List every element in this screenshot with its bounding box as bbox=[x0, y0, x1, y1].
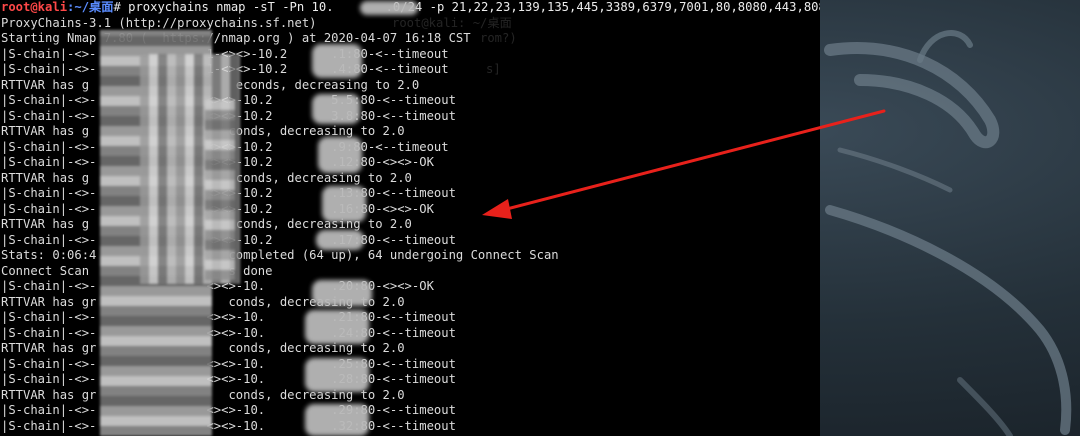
redaction-blob bbox=[318, 137, 362, 173]
redaction-blob bbox=[312, 44, 362, 78]
ghost-overlay-text: root@kali: ~/桌面 bbox=[392, 16, 512, 30]
redaction-blob bbox=[305, 310, 369, 344]
prompt-user-host: root@kali bbox=[1, 0, 68, 14]
terminal-window[interactable]: root@kali:~/桌面# proxychains nmap -sT -Pn… bbox=[0, 0, 820, 436]
prompt-path: :~/桌面 bbox=[67, 0, 114, 14]
prompt-command: proxychains nmap -sT -Pn 10. bbox=[120, 0, 334, 14]
redaction-blob bbox=[316, 230, 364, 250]
ghost-overlay-text: rom?) bbox=[480, 31, 517, 45]
redaction-blob bbox=[322, 186, 366, 222]
redaction-blob bbox=[305, 358, 369, 392]
ghost-overlay-text: s] bbox=[486, 62, 501, 76]
redaction-blob bbox=[360, 1, 418, 15]
redaction-mosaic bbox=[205, 100, 235, 280]
redaction-blob bbox=[312, 280, 372, 306]
redaction-blob bbox=[312, 94, 360, 124]
redaction-blob bbox=[305, 404, 369, 436]
prompt-symbol: # bbox=[113, 0, 121, 14]
